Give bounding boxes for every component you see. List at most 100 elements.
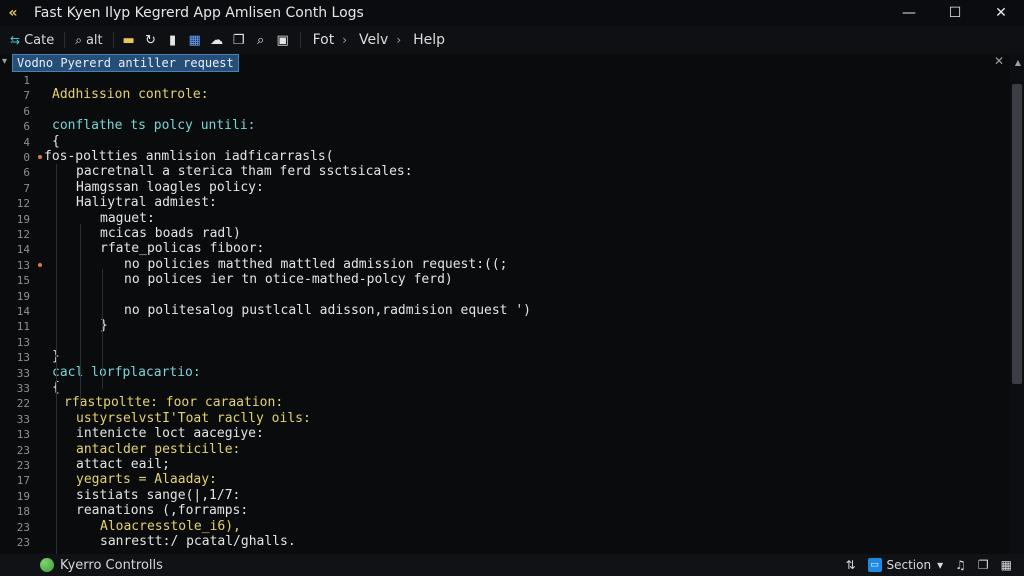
code-line[interactable]: no policies matthed mattled admission re… [124, 257, 508, 272]
line-number: 6 [23, 120, 30, 134]
code-line[interactable]: cacl lorfplacartio: [52, 365, 201, 380]
code-editor[interactable]: ▾ Vodno Pyererd antiller request ✕ 17664… [0, 54, 1024, 554]
search-icon[interactable]: ⌕ [254, 33, 268, 48]
toolbar: ⇆ Cate ⌕ alt ▬ ↻ ▮ ▦ ☁ ❐ ⌕ ▣ Fot › Velv … [0, 26, 1024, 54]
line-number: 33 [16, 366, 30, 380]
code-line[interactable]: no polices ier tn otice-mathed-polcy fer… [124, 272, 453, 287]
breakpoint-marker[interactable] [38, 155, 42, 159]
code-line[interactable]: rfate_policas fiboor: [100, 241, 264, 256]
library-icon[interactable]: ▮ [166, 33, 180, 48]
section-badge-icon: ▭ [867, 558, 882, 572]
chevron-right-icon: › [396, 33, 402, 47]
line-number: 7 [23, 181, 30, 195]
title-bar: « Fast Kyen Ilyp Kegrerd App Amlisen Con… [0, 0, 1024, 26]
swap-icon: ⇆ [10, 33, 21, 47]
indent-guide [56, 164, 57, 414]
line-number: 13 [16, 428, 30, 442]
close-button[interactable]: ✕ [978, 0, 1024, 26]
window-controls: — ☐ ✕ [886, 0, 1024, 26]
chevron-down-icon[interactable]: ▾ [2, 56, 7, 67]
shield-icon[interactable]: ▣ [276, 33, 290, 48]
window-title: Fast Kyen Ilyp Kegrerd App Amlisen Conth… [34, 5, 364, 21]
status-left[interactable]: Kyerro Controlls [40, 558, 163, 573]
line-number: 19 [16, 489, 30, 503]
sync-icon[interactable]: ⇅ [845, 558, 855, 572]
cloud-icon[interactable]: ☁ [210, 33, 224, 48]
section-label: Section [886, 558, 932, 572]
maximize-button[interactable]: ☐ [932, 0, 978, 26]
line-number: 7 [23, 89, 30, 103]
code-line[interactable]: Addhission controle: [52, 87, 209, 102]
code-line[interactable]: antaclder pesticille: [76, 442, 240, 457]
code-line[interactable]: ustyrselvstI'Toat raclly oils: [76, 411, 311, 426]
menu-fot[interactable]: Fot [313, 32, 335, 48]
code-line[interactable]: Hamgssan loagles policy: [76, 180, 264, 195]
line-number: 23 [16, 459, 30, 472]
back-icon[interactable]: « [0, 5, 26, 21]
line-number: 33 [16, 382, 30, 395]
code-line[interactable]: sanrestt:/ pcatal/ghalls. [100, 534, 296, 549]
code-line[interactable]: maguet: [100, 211, 155, 226]
code-line[interactable]: rfastpoltte: foor caraation: [64, 395, 283, 410]
refresh-icon[interactable]: ↻ [144, 33, 158, 48]
section-selector[interactable]: ▭ Section ▾ [867, 558, 944, 572]
copy-icon[interactable]: ❐ [978, 558, 989, 572]
code-line[interactable]: fos-poltties anmlision iadficarrasls( [44, 149, 334, 164]
indent-guide [80, 224, 81, 409]
minimize-button[interactable]: — [886, 0, 932, 26]
line-number: 22 [16, 397, 30, 411]
menu-velv[interactable]: Velv [359, 32, 388, 48]
bell-icon[interactable]: ♫ [955, 558, 966, 572]
line-number: 14 [16, 243, 30, 257]
scroll-up-icon[interactable]: ▲ [1015, 58, 1021, 67]
code-line[interactable]: intenicte loct aacegiye: [76, 426, 264, 441]
chevron-right-icon: › [342, 33, 348, 47]
line-number: 13 [16, 335, 30, 349]
close-icon[interactable]: ✕ [994, 54, 1004, 68]
code-line[interactable]: sistiats sange(|,1/7: [76, 488, 240, 503]
line-number: 4 [23, 135, 30, 149]
code-line[interactable]: conflathe ts polcy untili: [52, 118, 256, 133]
scrollbar-thumb[interactable] [1012, 84, 1022, 384]
code-line[interactable]: Aloacresstole_i6), [100, 519, 241, 534]
menu-help[interactable]: Help [413, 32, 445, 48]
vertical-scrollbar[interactable]: ▲ [1010, 54, 1024, 554]
toolbar-item-alt[interactable]: ⌕ alt [75, 33, 102, 48]
line-number: 13 [16, 351, 30, 365]
toolbar-divider [64, 32, 66, 48]
toolbar-divider [112, 32, 114, 48]
line-number: 13 [16, 258, 30, 272]
breakpoint-marker[interactable] [38, 262, 42, 267]
line-number: 6 [23, 166, 30, 180]
grid-icon[interactable]: ▦ [188, 33, 202, 48]
code-line[interactable]: mcicas boads radl) [100, 226, 241, 241]
chevron-down-icon: ▾ [937, 558, 944, 572]
selected-header[interactable]: Vodno Pyererd antiller request [12, 54, 239, 72]
line-number: 6 [23, 104, 30, 118]
code-line[interactable]: { [52, 134, 60, 149]
code-line[interactable]: attact eail; [76, 457, 170, 472]
folder-icon[interactable]: ▬ [122, 33, 136, 48]
editor-header: ▾ Vodno Pyererd antiller request ✕ [0, 54, 1010, 72]
line-number: 17 [16, 474, 30, 488]
line-number: 19 [16, 212, 30, 226]
line-number: 1 [23, 74, 30, 87]
line-number: 12 [16, 228, 30, 241]
line-number: 15 [16, 274, 30, 288]
toolbar-item-cate[interactable]: ⇆ Cate [10, 33, 54, 48]
layout-icon[interactable]: ▦ [1001, 558, 1012, 572]
code-line[interactable]: pacretnall a sterica tham ferd ssctsical… [76, 164, 413, 179]
line-number: 23 [16, 443, 30, 457]
app-window: « Fast Kyen Ilyp Kegrerd App Amlisen Con… [0, 0, 1024, 576]
code-line[interactable]: Haliytral admiest: [76, 195, 217, 210]
app-logo-icon [40, 558, 54, 572]
code-line[interactable]: yegarts = Alaaday: [76, 472, 217, 487]
line-number: 33 [16, 412, 30, 426]
copy-icon[interactable]: ❐ [232, 33, 246, 48]
code-line[interactable]: no politesalog pustlcall adisson,radmisi… [124, 303, 531, 318]
status-bar: Kyerro Controlls ⇅ ▭ Section ▾ ♫ ❐ ▦ [0, 554, 1024, 576]
code-line[interactable]: reanations (,forramps: [76, 503, 248, 518]
line-number: 18 [16, 505, 30, 519]
line-number: 11 [16, 320, 30, 334]
line-number: 14 [16, 305, 30, 318]
